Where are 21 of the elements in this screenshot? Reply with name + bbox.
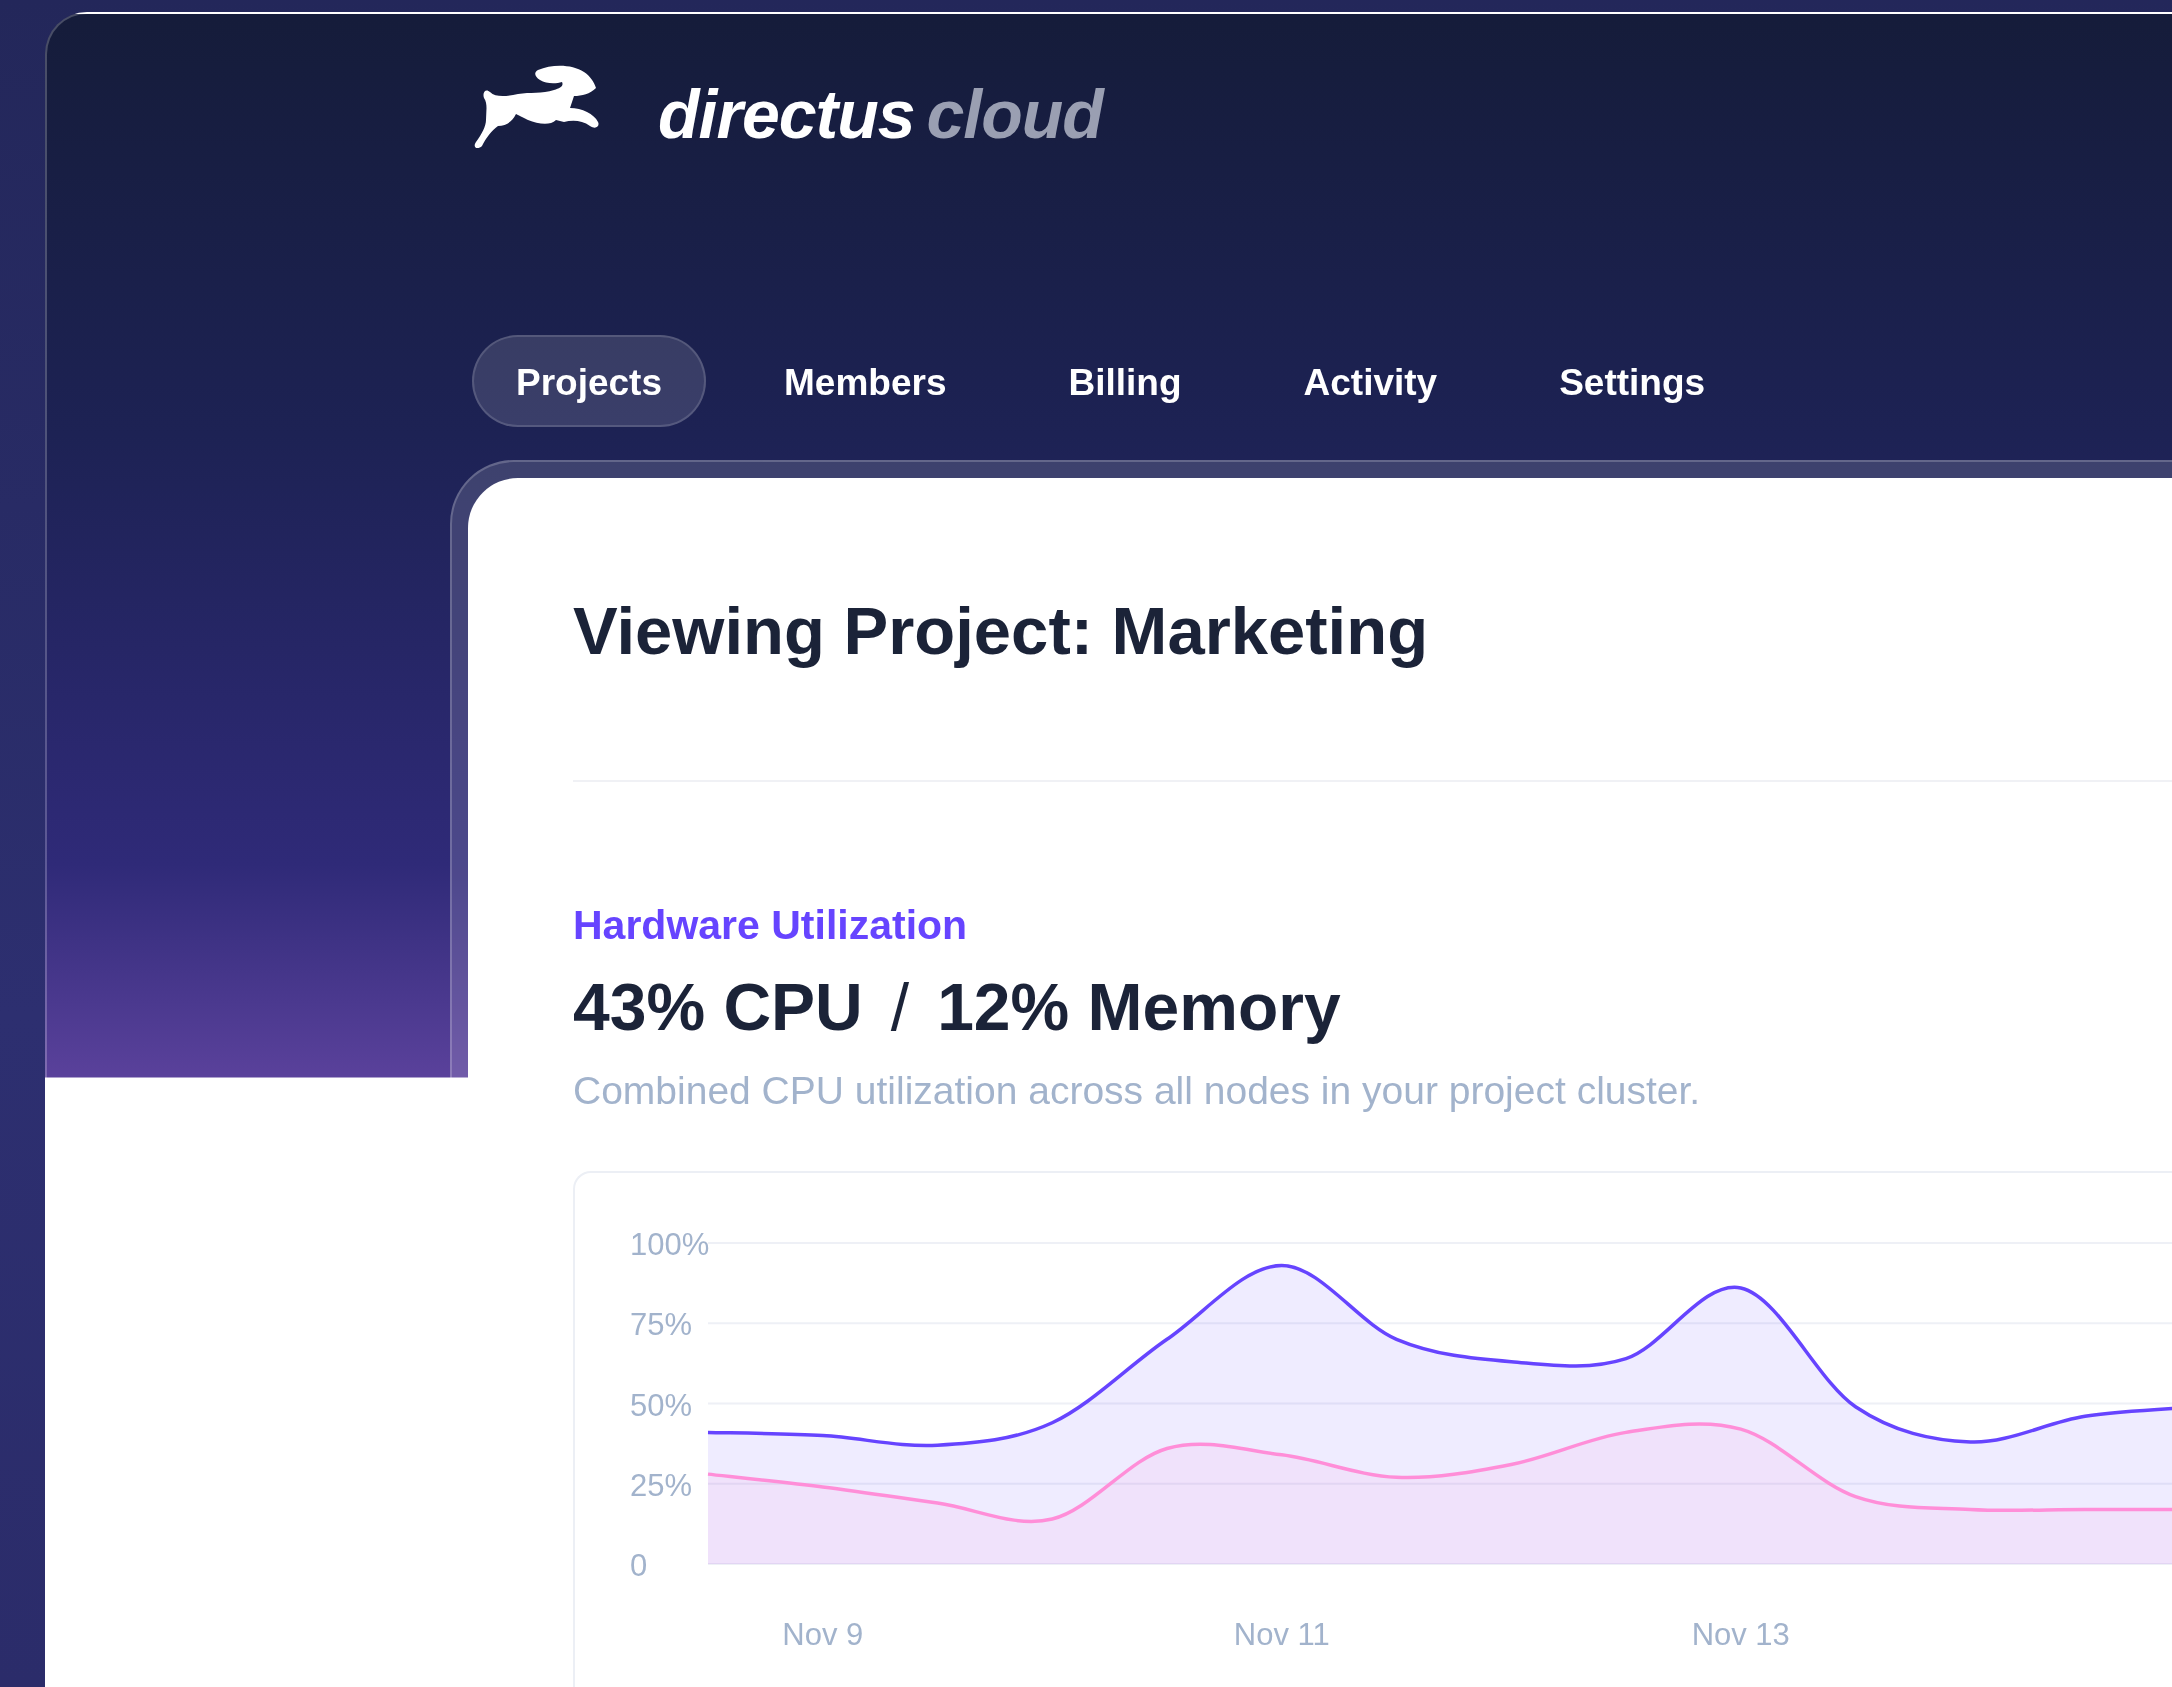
x-axis-label: Nov 13 xyxy=(1691,1616,1790,1652)
section-heading: Hardware Utilization xyxy=(573,901,969,949)
page-title: Viewing Project: Marketing xyxy=(573,594,1430,668)
y-axis-label: 100% xyxy=(630,1226,710,1262)
nav-tab[interactable]: Activity xyxy=(1259,335,1482,427)
y-axis-label: 0 xyxy=(630,1547,648,1583)
nav-tab[interactable]: Settings xyxy=(1515,335,1750,427)
nav-tab[interactable]: Projects xyxy=(472,335,706,427)
nav-tab[interactable]: Billing xyxy=(1024,335,1226,427)
stat-separator: / xyxy=(890,968,910,1045)
brand-product: cloud xyxy=(926,75,1103,153)
x-axis-label: Nov 9 xyxy=(782,1616,864,1652)
nav-tab[interactable]: Members xyxy=(740,335,991,427)
memory-stat: 12% Memory xyxy=(937,968,1341,1045)
x-axis-label: Nov 11 xyxy=(1233,1616,1330,1652)
y-axis-label: 25% xyxy=(630,1467,693,1503)
y-axis-label: 50% xyxy=(630,1387,693,1423)
chart-description: Combined CPU utilization across all nodes in your project cluster. xyxy=(573,1068,1702,1113)
cpu-stat: 43% CPU xyxy=(573,968,863,1045)
y-axis-label: 75% xyxy=(630,1306,693,1342)
brand-name: directus xyxy=(658,75,915,153)
